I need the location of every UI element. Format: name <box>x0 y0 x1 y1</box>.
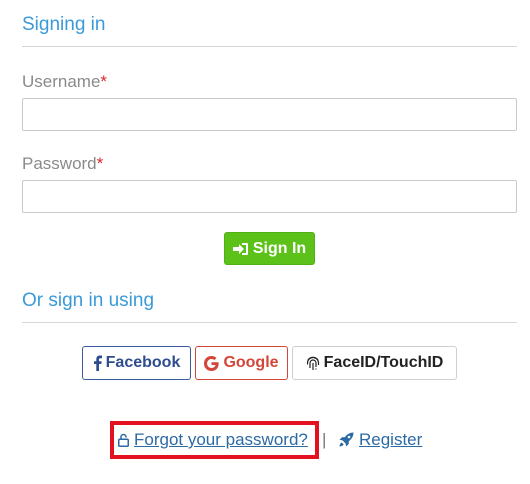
required-marker: * <box>96 154 104 173</box>
password-label: Password* <box>22 154 103 174</box>
signing-in-title: Signing in <box>22 14 106 35</box>
username-label-text: Username <box>22 72 101 91</box>
forgot-password-label: Forgot your password? <box>134 430 308 449</box>
username-input[interactable] <box>22 98 517 131</box>
sign-in-icon <box>232 242 249 256</box>
alt-signin-title: Or sign in using <box>22 290 155 311</box>
google-label: Google <box>223 354 279 371</box>
facebook-icon <box>93 355 102 371</box>
password-input[interactable] <box>22 180 517 213</box>
unlock-icon <box>118 433 129 447</box>
register-label: Register <box>359 430 423 449</box>
register-link[interactable]: Register <box>338 430 422 450</box>
link-separator: | <box>322 430 327 449</box>
forgot-password-link[interactable]: Forgot your password? <box>118 430 308 450</box>
google-icon <box>204 355 220 371</box>
faceid-button[interactable]: FaceID/TouchID <box>292 346 457 380</box>
divider <box>22 46 517 47</box>
rocket-icon <box>338 432 354 448</box>
facebook-button[interactable]: Facebook <box>82 346 191 380</box>
sign-in-label: Sign In <box>252 239 307 257</box>
username-label: Username* <box>22 72 107 92</box>
facebook-label: Facebook <box>105 354 181 371</box>
google-button[interactable]: Google <box>195 346 288 380</box>
password-label-text: Password <box>22 154 97 173</box>
fingerprint-icon <box>306 355 320 371</box>
sign-in-button[interactable]: Sign In <box>224 232 315 265</box>
divider <box>22 322 517 323</box>
faceid-label: FaceID/TouchID <box>323 354 444 371</box>
required-marker: * <box>100 72 108 91</box>
